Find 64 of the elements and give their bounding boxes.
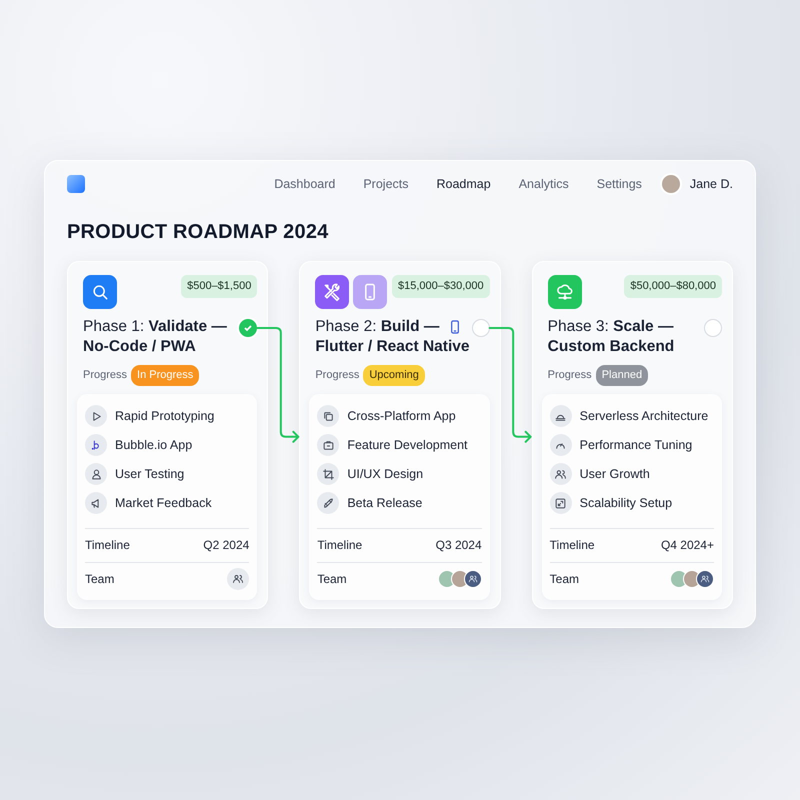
rocket-icon [317, 492, 340, 514]
progress-label: Progress [548, 368, 592, 384]
team-icon [464, 570, 482, 588]
feature-label: Rapid Prototyping [115, 408, 214, 425]
timeline-label: Timeline [550, 537, 595, 554]
team-label: Team [550, 571, 579, 588]
phase-subtitle: Custom Backend [548, 337, 674, 358]
feature-label: Beta Release [347, 494, 422, 512]
feature-label: Market Feedback [115, 494, 212, 512]
phase-title: Phase 3: Scale — [548, 317, 674, 337]
logo-icon [67, 175, 85, 193]
progress-label: Progress [83, 368, 128, 384]
status-badge: In Progress [131, 365, 200, 386]
status-badge: Upcoming [363, 365, 425, 386]
nav-link[interactable]: Projects [363, 174, 408, 194]
search-icon [83, 275, 117, 309]
team-label: Team [85, 571, 114, 588]
team-icon [227, 568, 250, 590]
megaphone-icon [85, 492, 107, 514]
price-tag: $15,000–$30,000 [392, 275, 490, 298]
user-icon [85, 463, 107, 486]
feature-label: Performance Tuning [580, 436, 692, 454]
page-title: PRODUCT ROADMAP 2024 [67, 220, 330, 245]
crop-icon [317, 463, 340, 486]
phase-title: Phase 1: Validate — [83, 317, 227, 337]
team-label: Team [317, 571, 347, 588]
gauge-icon [550, 434, 572, 456]
price-tag: $50,000–$80,000 [624, 275, 722, 298]
phase-subtitle: Flutter / React Native [315, 337, 470, 358]
feature-label: Serverless Architecture [580, 408, 708, 425]
copy-icon [317, 405, 340, 428]
feature-label: Feature Development [347, 436, 468, 454]
price-tag: $500–$1,500 [181, 275, 258, 298]
timeline-value: Q3 2024 [436, 537, 482, 554]
phase-subtitle: No-Code / PWA [83, 337, 197, 358]
feature-label: Bubble.io App [115, 436, 192, 454]
nav-link[interactable]: Analytics [518, 174, 569, 194]
nav-link[interactable]: Settings [596, 174, 642, 194]
letter-b-icon [85, 434, 107, 456]
server-icon [550, 405, 572, 428]
timeline-value: Q4 2024+ [660, 537, 714, 554]
status-badge: Planned [596, 365, 648, 386]
timeline-value: Q2 2024 [203, 537, 250, 554]
user-avatar[interactable] [660, 173, 682, 195]
play-icon [85, 405, 107, 428]
users-icon [550, 463, 572, 486]
phase-title: Phase 2: Build — [315, 317, 440, 337]
tools-icon [315, 275, 350, 309]
nav-link[interactable]: Dashboard [274, 174, 336, 194]
timeline-label: Timeline [317, 537, 362, 554]
feature-label: Cross-Platform App [347, 408, 456, 425]
feature-label: Scalability Setup [580, 494, 672, 512]
briefcase-icon [317, 434, 340, 456]
feature-label: User Growth [580, 466, 650, 483]
cloud-icon [548, 275, 582, 309]
progress-label: Progress [315, 368, 360, 384]
timeline-label: Timeline [85, 537, 130, 554]
team-icon [696, 570, 714, 588]
user-name: Jane D. [690, 176, 733, 193]
phone-icon [353, 275, 388, 309]
resize-icon [550, 492, 572, 514]
nav-link[interactable]: Roadmap [436, 174, 491, 194]
feature-label: User Testing [115, 466, 184, 483]
feature-label: UI/UX Design [347, 466, 424, 483]
